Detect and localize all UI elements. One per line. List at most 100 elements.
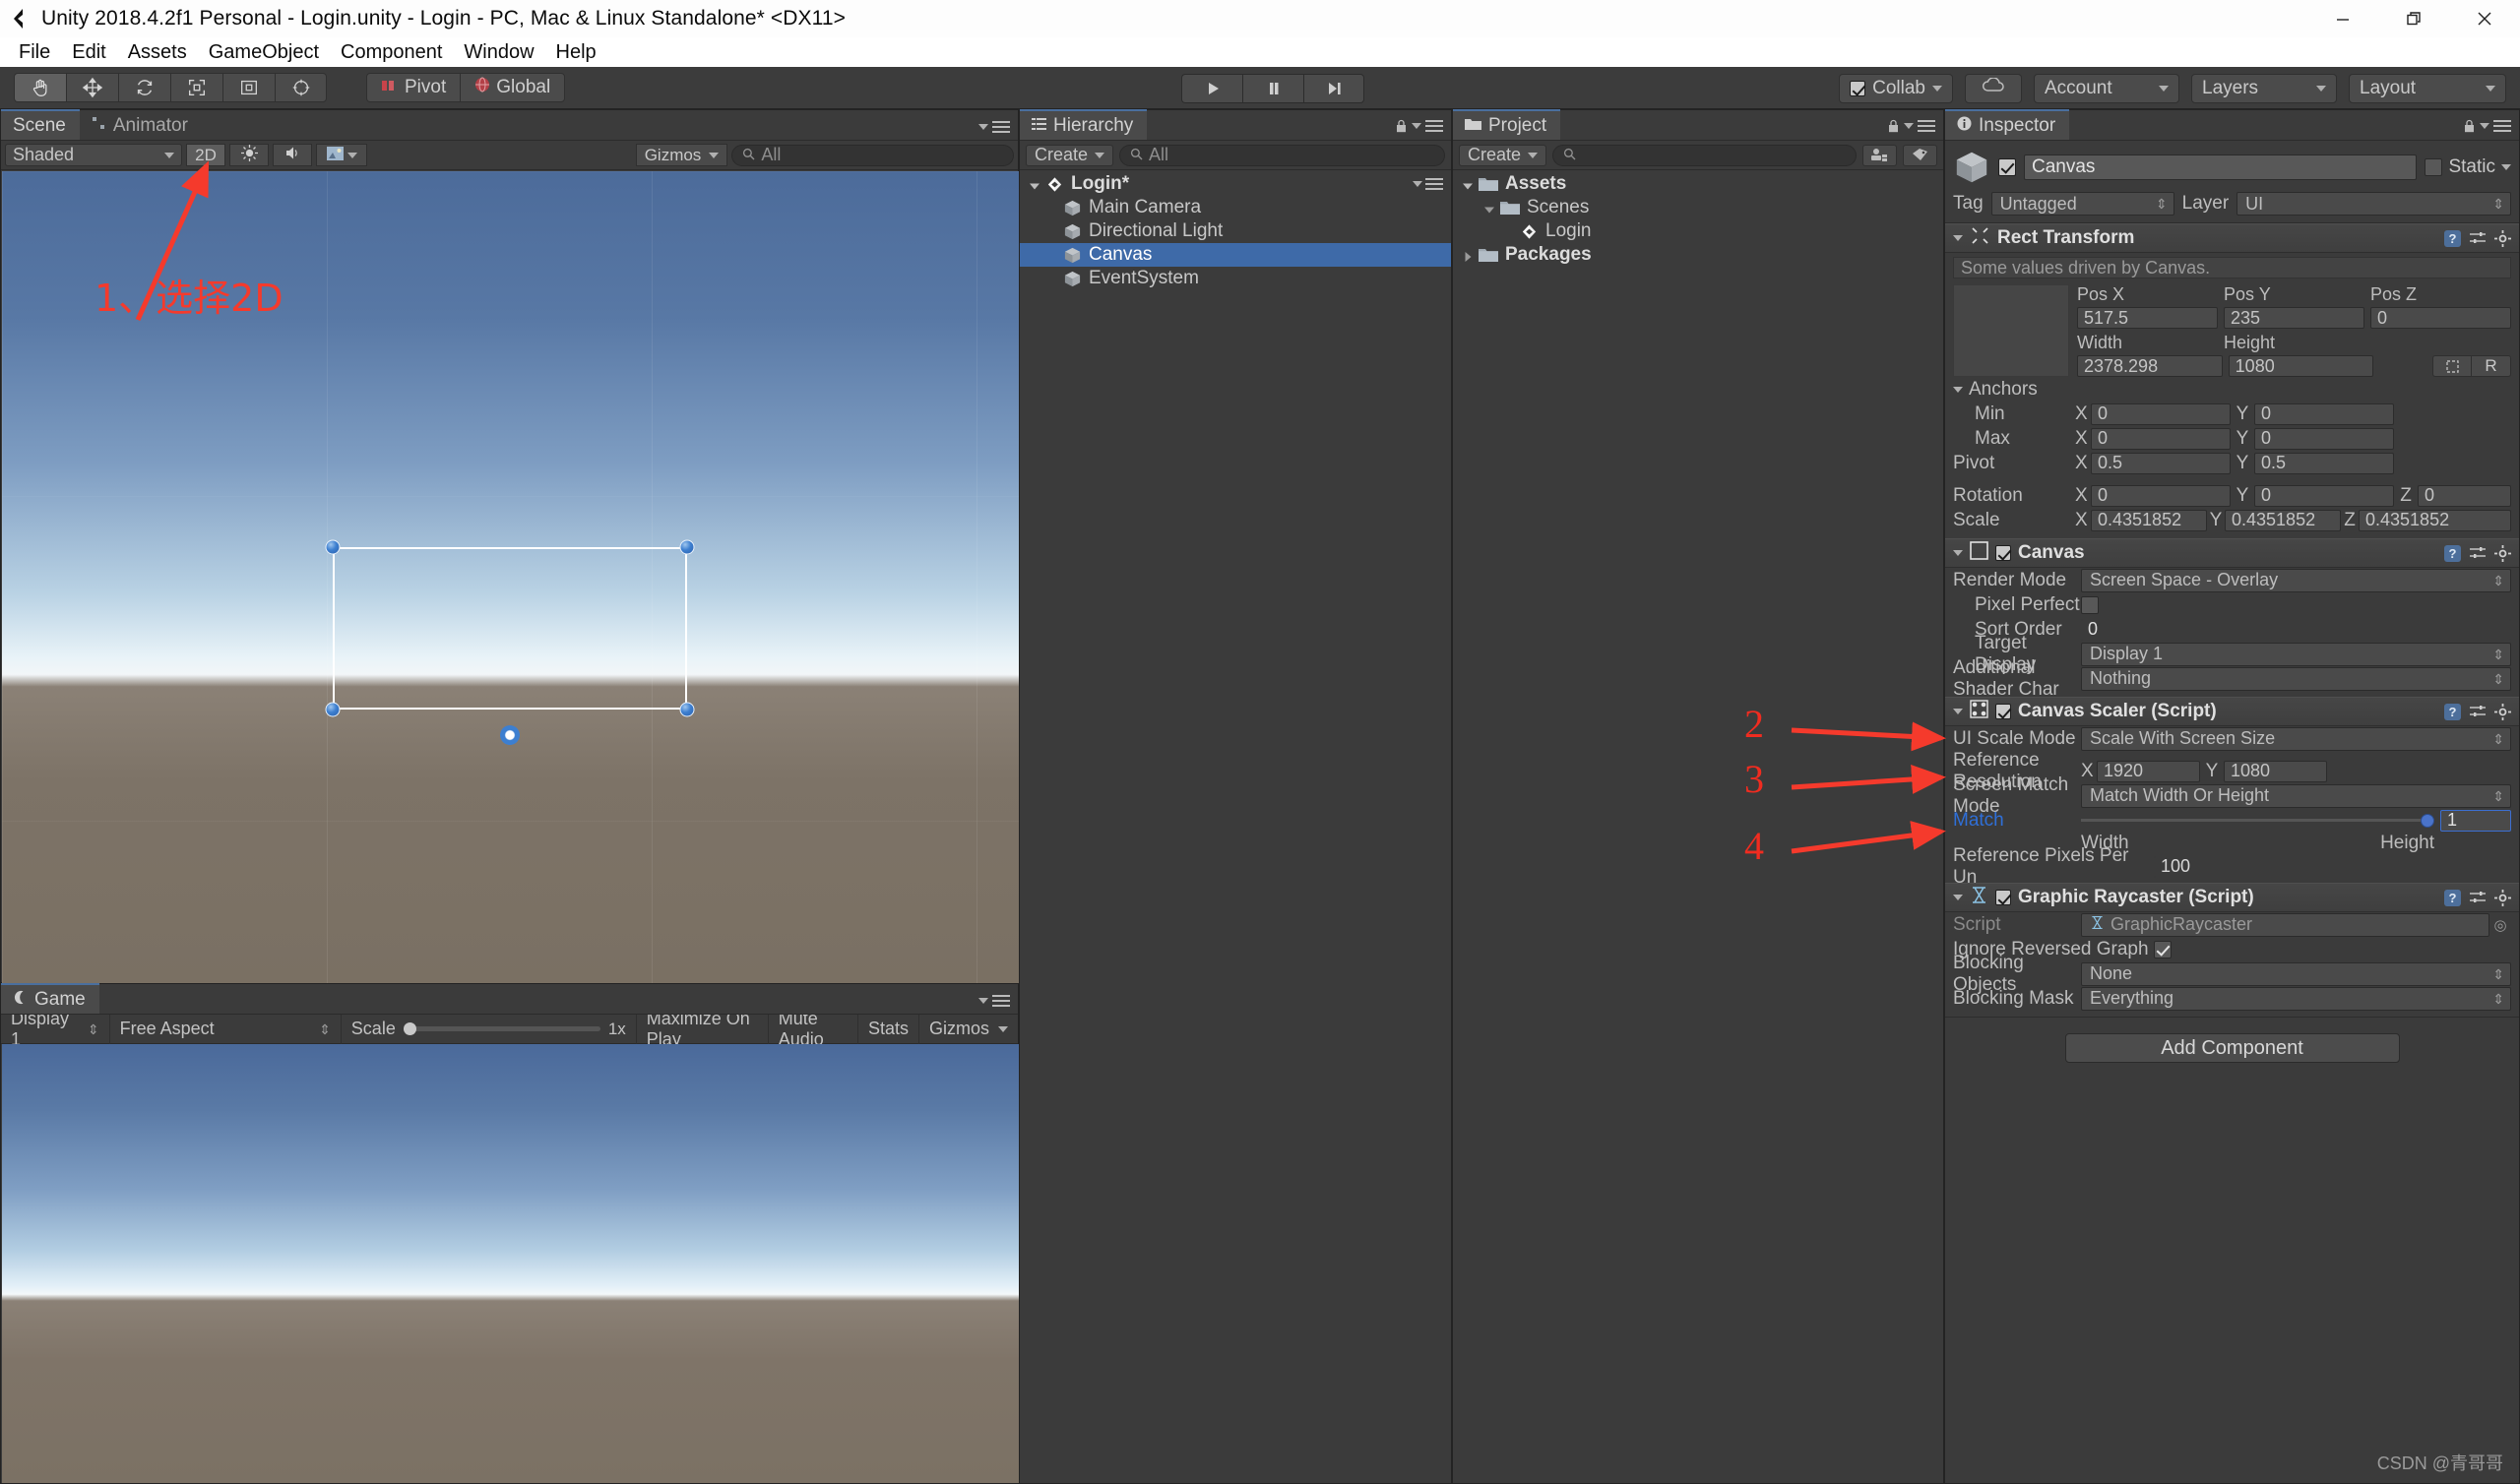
tab-animator[interactable]: Animator <box>80 109 202 140</box>
hierarchy-row-login[interactable]: Login* <box>1020 172 1451 196</box>
menu-item-file[interactable]: File <box>8 41 61 64</box>
anchors-foldout[interactable]: Anchors <box>1945 377 2519 402</box>
lock-icon[interactable] <box>1395 118 1408 133</box>
layer-dropdown[interactable]: UI ⇕ <box>2236 192 2511 216</box>
pos-y-input[interactable]: 235 <box>2224 307 2364 329</box>
match-slider[interactable] <box>2081 810 2434 832</box>
layers-button[interactable]: Layers <box>2191 74 2337 103</box>
hierarchy-row-canvas[interactable]: Canvas <box>1020 243 1451 267</box>
canvas-enabled-checkbox[interactable] <box>1995 545 2011 561</box>
game-scale-slider[interactable]: Scale 1x <box>342 1014 637 1044</box>
game-viewport[interactable] <box>2 1044 1019 1483</box>
help-icon[interactable]: ? <box>2444 229 2461 247</box>
preset-icon[interactable] <box>2470 704 2486 719</box>
hierarchy-row-directional-light[interactable]: Directional Light <box>1020 219 1451 243</box>
scale-x-input[interactable]: 0.4351852 <box>2091 509 2207 531</box>
anchor-preset-widget[interactable] <box>1953 284 2069 377</box>
menu-item-window[interactable]: Window <box>453 41 544 64</box>
rotation-x-input[interactable]: 0 <box>2091 484 2231 507</box>
preset-icon[interactable] <box>2470 545 2486 561</box>
blocking-objects-dropdown[interactable]: None ⇕ <box>2081 961 2511 986</box>
object-active-checkbox[interactable] <box>1998 158 2016 176</box>
project-panel-menu[interactable] <box>1887 118 1935 133</box>
preset-icon[interactable] <box>2470 890 2486 905</box>
tag-dropdown[interactable]: Untagged ⇕ <box>1990 192 2174 216</box>
tab-game[interactable]: Game <box>1 983 99 1014</box>
hand-tool-button[interactable] <box>14 73 66 102</box>
blueprint-mode-button[interactable] <box>2432 355 2473 377</box>
rect-tool-button[interactable] <box>222 73 275 102</box>
help-icon[interactable]: ? <box>2444 703 2461 720</box>
maximize-on-play-toggle[interactable]: Maximize On Play <box>637 1009 769 1049</box>
project-filter-label-button[interactable] <box>1903 144 1937 166</box>
minimize-button[interactable] <box>2307 0 2378 37</box>
collab-button[interactable]: Collab <box>1839 74 1953 103</box>
rect-transform-header[interactable]: Rect Transform ? <box>1945 223 2519 253</box>
pixel-perfect-checkbox[interactable] <box>2081 595 2099 614</box>
account-button[interactable]: Account <box>2034 74 2179 103</box>
script-object-field[interactable]: GraphicRaycaster <box>2081 912 2489 937</box>
gear-icon[interactable] <box>2494 889 2511 906</box>
scale-slider-knob[interactable] <box>403 1022 416 1035</box>
chevron-down-icon[interactable] <box>1953 235 1963 241</box>
pos-z-input[interactable]: 0 <box>2370 307 2511 329</box>
scale-y-input[interactable]: 0.4351852 <box>2225 509 2341 531</box>
shading-mode-dropdown[interactable]: Shaded <box>5 144 182 166</box>
screen-match-mode-dropdown[interactable]: Match Width Or Height ⇕ <box>2081 783 2511 808</box>
rect-handle-bottom-left[interactable] <box>325 702 341 717</box>
width-input[interactable]: 2378.298 <box>2077 355 2223 377</box>
object-name-input[interactable]: Canvas <box>2024 155 2418 180</box>
hierarchy-row-eventsystem[interactable]: EventSystem <box>1020 267 1451 290</box>
scale-slider-track[interactable] <box>403 1022 600 1035</box>
project-row-assets[interactable]: Assets <box>1453 172 1943 196</box>
pivot-button[interactable]: Pivot <box>366 73 461 102</box>
reference-resolution-x-input[interactable]: 1920 <box>2097 760 2200 782</box>
step-button[interactable] <box>1303 74 1364 103</box>
reference-resolution-y-input[interactable]: 1080 <box>2224 760 2327 782</box>
graphic-raycaster-header[interactable]: Graphic Raycaster (Script) ? <box>1945 883 2519 912</box>
gear-icon[interactable] <box>2494 229 2511 247</box>
toggle-2d-button[interactable]: 2D <box>186 144 225 166</box>
help-icon[interactable]: ? <box>2444 544 2461 562</box>
inspector-panel-menu[interactable] <box>2463 118 2511 133</box>
scene-panel-menu[interactable] <box>978 121 1010 133</box>
pivot-y-input[interactable]: 0.5 <box>2254 452 2394 474</box>
menu-item-edit[interactable]: Edit <box>61 41 116 64</box>
project-row-packages[interactable]: Packages <box>1453 243 1943 267</box>
rotate-tool-button[interactable] <box>118 73 170 102</box>
game-aspect-dropdown[interactable]: Free Aspect ⇕ <box>110 1014 342 1044</box>
scale-tool-button[interactable] <box>170 73 222 102</box>
ignore-reversed-checkbox[interactable] <box>2154 940 2172 958</box>
tab-inspector[interactable]: Inspector <box>1945 109 2070 140</box>
transform-tool-button[interactable] <box>275 73 327 102</box>
anchor-min-y-input[interactable]: 0 <box>2254 402 2394 425</box>
anchor-max-y-input[interactable]: 0 <box>2254 427 2394 450</box>
project-create-button[interactable]: Create <box>1459 144 1547 166</box>
add-component-button[interactable]: Add Component <box>2064 1033 2400 1063</box>
object-picker-icon[interactable]: ◎ <box>2489 916 2511 934</box>
rotation-y-input[interactable]: 0 <box>2254 484 2394 507</box>
canvas-component-header[interactable]: Canvas ? <box>1945 538 2519 568</box>
target-display-dropdown[interactable]: Display 1 ⇕ <box>2081 642 2511 666</box>
lock-icon[interactable] <box>1887 118 1900 133</box>
mute-audio-toggle[interactable]: Mute Audio <box>769 1009 858 1049</box>
help-icon[interactable]: ? <box>2444 889 2461 906</box>
game-display-dropdown[interactable]: Display 1 ⇕ <box>1 1009 110 1049</box>
canvas-scaler-enabled-checkbox[interactable] <box>1995 704 2011 719</box>
blocking-mask-dropdown[interactable]: Everything ⇕ <box>2081 986 2511 1011</box>
global-button[interactable]: Global <box>460 73 566 102</box>
hierarchy-panel-menu[interactable] <box>1395 118 1443 133</box>
shader-channels-dropdown[interactable]: Nothing ⇕ <box>2081 666 2511 691</box>
preset-icon[interactable] <box>2470 230 2486 246</box>
scale-z-input[interactable]: 0.4351852 <box>2359 509 2511 531</box>
match-value-input[interactable]: 1 <box>2440 809 2511 832</box>
scene-fx-toggle[interactable] <box>316 144 367 166</box>
anchor-max-x-input[interactable]: 0 <box>2091 427 2231 450</box>
menu-item-help[interactable]: Help <box>545 41 607 64</box>
canvas-scaler-header[interactable]: Canvas Scaler (Script) ? <box>1945 697 2519 726</box>
project-row-scenes[interactable]: Scenes <box>1453 196 1943 219</box>
pause-button[interactable] <box>1242 74 1303 103</box>
match-slider-knob[interactable] <box>2421 813 2434 828</box>
game-panel-menu[interactable] <box>978 995 1010 1007</box>
collapse-arrow-icon[interactable] <box>1461 248 1475 262</box>
